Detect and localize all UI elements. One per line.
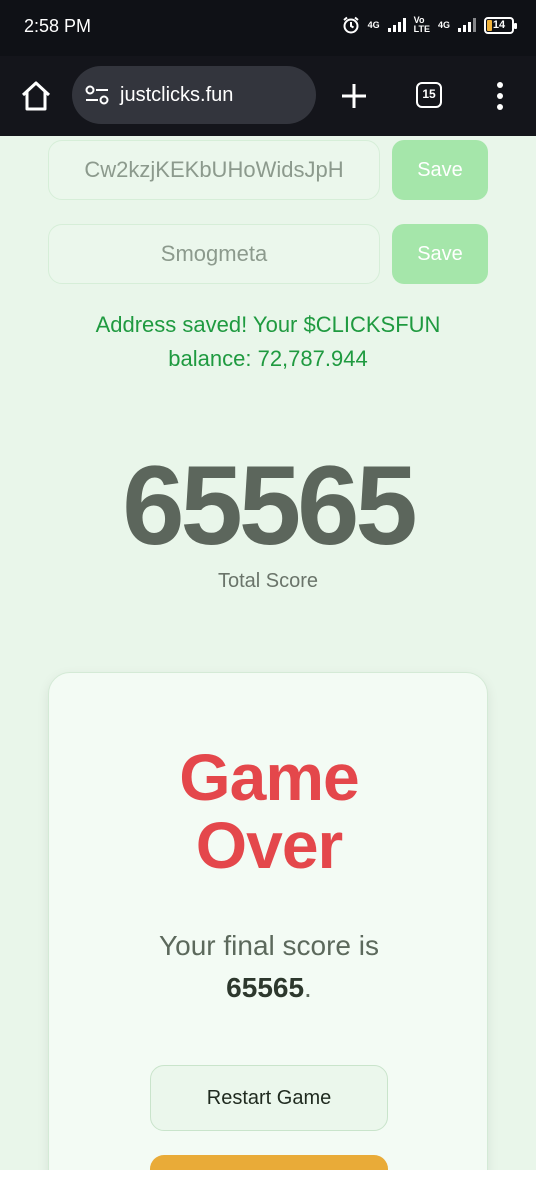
game-over-title-line1: Game	[179, 740, 359, 814]
network-4g-label: 4G	[367, 19, 380, 30]
save-address-button[interactable]: Save	[392, 140, 488, 200]
battery-level: 14	[492, 18, 506, 31]
name-row: Smogmeta Save	[48, 224, 488, 284]
game-over-title: Game Over	[49, 743, 489, 879]
final-score-prefix: Your final score is	[159, 930, 379, 961]
status-bar: 2:58 PM 4G Vo LTE 4G 14	[0, 0, 536, 56]
name-input[interactable]: Smogmeta	[48, 224, 380, 284]
volte-label: Vo LTE	[414, 16, 430, 34]
battery-icon: 14	[484, 16, 517, 34]
total-score-value: 65565	[122, 443, 417, 568]
page-content: Cw2kzjKEKbUHoWidsJpH Save Smogmeta Save …	[0, 136, 536, 1170]
secondary-action-button[interactable]	[150, 1155, 388, 1170]
more-menu-icon[interactable]	[495, 82, 505, 112]
alarm-icon	[342, 16, 359, 34]
address-input[interactable]: Cw2kzjKEKbUHoWidsJpH	[48, 140, 380, 200]
network-4g-label-2: 4G	[437, 19, 450, 30]
volte-bottom: LTE	[413, 24, 430, 34]
home-icon[interactable]	[18, 78, 54, 114]
url-text: justclicks.fun	[120, 83, 234, 106]
new-tab-icon[interactable]	[338, 80, 370, 112]
signal-icon	[387, 18, 406, 32]
status-time: 2:58 PM	[24, 16, 92, 36]
final-score-suffix: .	[304, 972, 312, 1003]
status-message-line1: Address saved! Your $CLICKSFUN	[95, 312, 441, 337]
browser-toolbar: justclicks.fun 15	[0, 56, 536, 136]
restart-game-button[interactable]: Restart Game	[150, 1065, 388, 1131]
final-score-value: 65565	[226, 972, 305, 1003]
signal-icon-2	[458, 18, 476, 32]
final-score-text: Your final score is 65565.	[49, 925, 489, 1009]
address-row: Cw2kzjKEKbUHoWidsJpH Save	[48, 140, 488, 200]
save-name-button[interactable]: Save	[392, 224, 488, 284]
status-icons: 4G Vo LTE 4G 14	[342, 16, 517, 34]
status-message-line2: balance: 72,787.944	[168, 346, 368, 371]
game-over-card: Game Over Your final score is 65565. Res…	[48, 672, 488, 1170]
site-settings-icon[interactable]	[84, 82, 110, 108]
total-score-label: Total Score	[217, 570, 319, 592]
game-over-title-line2: Over	[195, 808, 343, 882]
address-bar[interactable]: justclicks.fun	[72, 66, 316, 124]
save-status-message: Address saved! Your $CLICKSFUN balance: …	[40, 308, 496, 376]
bottom-bar	[0, 1170, 536, 1200]
tab-switcher-button[interactable]: 15	[416, 82, 442, 108]
